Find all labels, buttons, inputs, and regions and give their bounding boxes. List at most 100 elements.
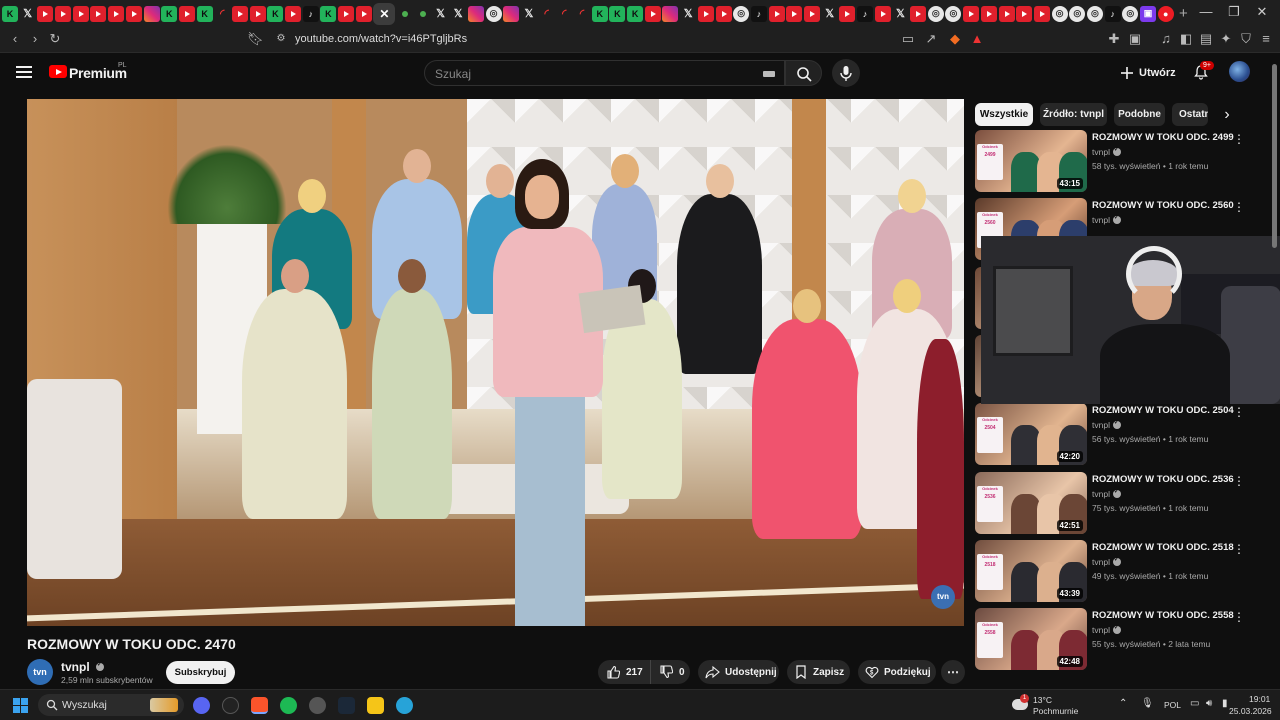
browser-tab-spin-icon[interactable]: ◜	[214, 6, 230, 22]
browser-tab-yt-icon[interactable]	[715, 5, 732, 22]
language-indicator[interactable]: POL	[1164, 700, 1181, 710]
steam-icon[interactable]	[338, 697, 355, 714]
dislike-button[interactable]: 0	[650, 660, 690, 684]
voice-search-button[interactable]	[832, 59, 860, 87]
wallet-icon[interactable]: ▤	[1198, 31, 1214, 47]
discord-icon[interactable]	[193, 697, 210, 714]
browser-tab-tt-icon[interactable]: ♪	[302, 5, 319, 22]
recommendation-item[interactable]: Odcinek 2558 42:48 ROZMOWY W TOKU ODC. 2558…	[975, 608, 1275, 672]
more-options-icon[interactable]: ⋮	[1233, 542, 1245, 556]
browser-tab-g-icon[interactable]: ◎	[485, 5, 502, 22]
video-thumbnail[interactable]: Odcinek 2536 42:51	[975, 471, 1087, 534]
browser-tab-dot-icon[interactable]	[397, 6, 413, 22]
browser-tab-yt-icon[interactable]	[786, 5, 803, 22]
account-avatar[interactable]	[1229, 61, 1250, 82]
recommendation-channel[interactable]: tvnpl	[1092, 624, 1121, 635]
channel-name[interactable]: tvnpl	[61, 660, 105, 674]
spotify-icon[interactable]	[280, 697, 297, 714]
taskbar-search[interactable]: Wyszukaj	[38, 694, 184, 716]
clock-time[interactable]: 19:01	[1249, 694, 1270, 704]
browser-tab-g-icon[interactable]: ◎	[1051, 5, 1068, 22]
browser-tab-k-icon[interactable]: K	[161, 5, 178, 22]
brave-browser-icon[interactable]	[251, 697, 268, 714]
browser-tab-ig-icon[interactable]	[503, 5, 520, 22]
address-bar[interactable]: youtube.com/watch?v=i46PTgljbRs	[295, 33, 467, 45]
rewards-icon[interactable]: ▲	[969, 31, 985, 47]
more-options-icon[interactable]: ⋮	[1233, 200, 1245, 214]
more-options-icon[interactable]: ⋮	[1233, 610, 1245, 624]
video-thumbnail[interactable]: Odcinek 2518 43:39	[975, 539, 1087, 602]
recommendation-item[interactable]: Odcinek 2518 43:39 ROZMOWY W TOKU ODC. 2518…	[975, 539, 1275, 604]
browser-tab-k-icon[interactable]: K	[2, 5, 18, 22]
recommendation-channel[interactable]: tvnpl	[1092, 556, 1121, 567]
microphone-tray-icon[interactable]: 🎙︎	[1141, 698, 1154, 709]
recommendation-channel[interactable]: tvnpl	[1092, 214, 1121, 225]
minimize-icon[interactable]: —	[1196, 4, 1216, 22]
recommendation-title[interactable]: ROZMOWY W TOKU ODC. 2558	[1092, 610, 1242, 622]
search-input[interactable]	[435, 66, 735, 82]
browser-tab-tt-icon[interactable]: ♪	[750, 5, 767, 22]
browser-tab-yt-icon[interactable]	[178, 5, 195, 22]
create-button[interactable]: Utwórz	[1120, 62, 1178, 84]
recommendation-channel[interactable]: tvnpl	[1092, 488, 1121, 499]
share-page-icon[interactable]: ↗	[923, 31, 939, 47]
tray-chevron-icon[interactable]: ⌃	[1119, 698, 1127, 709]
reload-icon[interactable]: ↻	[47, 31, 63, 47]
video-thumbnail[interactable]: Odcinek 2499 43:15	[975, 130, 1087, 192]
page-scrollbar[interactable]	[1272, 64, 1277, 248]
more-options-icon[interactable]: ⋮	[1233, 474, 1245, 488]
browser-tab-yt-icon[interactable]	[285, 5, 301, 22]
browser-tab-g-icon[interactable]: ◎	[1122, 5, 1139, 22]
chevron-right-icon[interactable]: ›	[1220, 106, 1234, 124]
browser-tab-g-icon[interactable]: ◎	[927, 5, 944, 22]
music-icon[interactable]: ♫	[1158, 31, 1174, 47]
recommendation-item[interactable]: Odcinek 2536 42:51 ROZMOWY W TOKU ODC. 2536…	[975, 471, 1275, 536]
browser-tab-tt-icon[interactable]: ♪	[857, 5, 873, 22]
browser-tab-yt-icon[interactable]	[37, 5, 54, 22]
recommendation-channel[interactable]: tvnpl	[1092, 146, 1121, 157]
more-options-icon[interactable]: ⋮	[1233, 405, 1245, 419]
browser-tab-yt-icon[interactable]	[125, 5, 142, 22]
browser-tab-yt-icon[interactable]	[231, 5, 248, 22]
browser-tab-yt-icon[interactable]	[839, 5, 856, 22]
recommendation-title[interactable]: ROZMOWY W TOKU ODC. 2560	[1092, 200, 1242, 212]
browser-tab-yt-icon[interactable]	[108, 5, 125, 22]
youtube-logo-icon[interactable]	[49, 65, 67, 78]
browser-tab-ig-icon[interactable]	[662, 5, 679, 22]
forward-icon[interactable]: ›	[27, 31, 43, 47]
video-player[interactable]: tvn	[27, 99, 964, 626]
browser-tab-k-icon[interactable]: K	[196, 5, 213, 22]
browser-tab-spin-icon[interactable]: ◜	[556, 6, 572, 22]
browser-tab-yt-icon[interactable]	[355, 5, 372, 22]
browser-tab-yt-icon[interactable]	[55, 5, 72, 22]
guide-menu-icon[interactable]	[16, 66, 32, 78]
browser-tab-k-icon[interactable]: K	[267, 5, 284, 22]
site-info-icon[interactable]: ⚙	[273, 31, 289, 47]
browser-tab-yt-icon[interactable]	[249, 5, 266, 22]
browser-tab-yt-icon[interactable]	[963, 5, 980, 22]
windows-start-icon[interactable]	[13, 698, 29, 714]
browser-tab-k-icon[interactable]: K	[591, 5, 608, 22]
thanks-button[interactable]: $ Podziękuj	[858, 660, 936, 684]
browser-tab-yt-icon[interactable]	[910, 5, 927, 22]
keyboard-icon[interactable]	[763, 71, 775, 77]
browser-tab-yt-icon[interactable]	[998, 5, 1015, 22]
browser-tab-dot-icon[interactable]	[415, 6, 431, 22]
browser-tab-c-icon[interactable]: ●	[1157, 5, 1174, 22]
browser-tab-g-icon[interactable]: ◎	[733, 5, 750, 22]
menu-icon[interactable]: ≡	[1258, 31, 1274, 47]
browser-tab-k-icon[interactable]: K	[609, 5, 626, 22]
vpn-icon[interactable]: ⛉	[1238, 31, 1254, 47]
restore-icon[interactable]: ❐	[1224, 4, 1244, 22]
browser-tab-g-icon[interactable]: ◎	[1086, 5, 1103, 22]
search-box[interactable]	[424, 60, 785, 86]
recommendation-item[interactable]: Odcinek 2504 42:20 ROZMOWY W TOKU ODC. 2504…	[975, 403, 1275, 467]
close-window-icon[interactable]: ✕	[1252, 4, 1272, 22]
chip-source[interactable]: Źródło: tvnpl	[1040, 103, 1107, 126]
obs-icon[interactable]	[309, 697, 326, 714]
browser-tab-active[interactable]: ✕	[373, 2, 396, 25]
browser-tab-x-icon[interactable]: 𝕏	[450, 6, 466, 22]
browser-tab-yt-icon[interactable]	[803, 5, 820, 22]
more-actions-button[interactable]: ⋯	[941, 660, 965, 684]
sidebar-icon[interactable]: ◧	[1178, 31, 1194, 47]
